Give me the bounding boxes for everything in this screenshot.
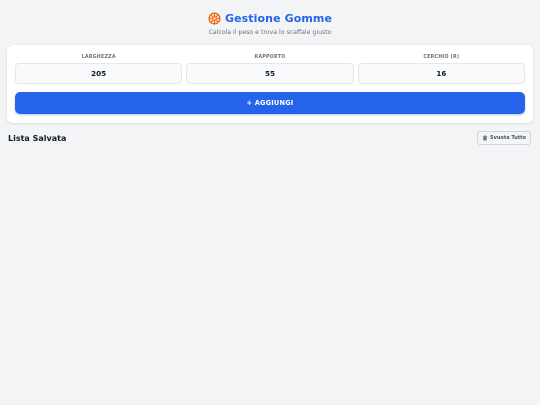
rim-input[interactable] (357, 63, 525, 84)
saved-list (8, 150, 531, 390)
page-title: Gestione Gomme (224, 11, 333, 25)
ratio-input[interactable] (186, 63, 354, 84)
tire-size-fields: LARGHEZZA RAPPORTO CERCHIO (R) (15, 54, 525, 84)
clear-all-button[interactable]: Svuota Tutto (477, 131, 531, 145)
width-input[interactable] (15, 63, 183, 84)
page-subtitle: Calcola il peso e trova lo scaffale gius… (208, 29, 332, 36)
clear-all-label: Svuota Tutto (490, 135, 526, 141)
width-field-group: LARGHEZZA (15, 54, 183, 84)
ratio-label: RAPPORTO (254, 55, 286, 60)
rim-label: CERCHIO (R) (423, 55, 460, 60)
width-label: LARGHEZZA (81, 55, 116, 60)
app-header: Gestione Gomme Calcola il peso e trova l… (0, 0, 540, 36)
add-button[interactable]: + AGGIUNGI (15, 92, 525, 114)
ratio-field-group: RAPPORTO (186, 54, 354, 84)
saved-list-header: Lista Salvata Svuota Tutto (8, 131, 531, 145)
wheel-icon (208, 12, 221, 25)
trash-icon (482, 135, 488, 141)
tire-form-card: LARGHEZZA RAPPORTO CERCHIO (R) + AGGIUNG… (7, 45, 533, 123)
saved-list-title: Lista Salvata (8, 133, 67, 143)
title-row: Gestione Gomme (0, 11, 540, 25)
rim-field-group: CERCHIO (R) (357, 54, 525, 84)
